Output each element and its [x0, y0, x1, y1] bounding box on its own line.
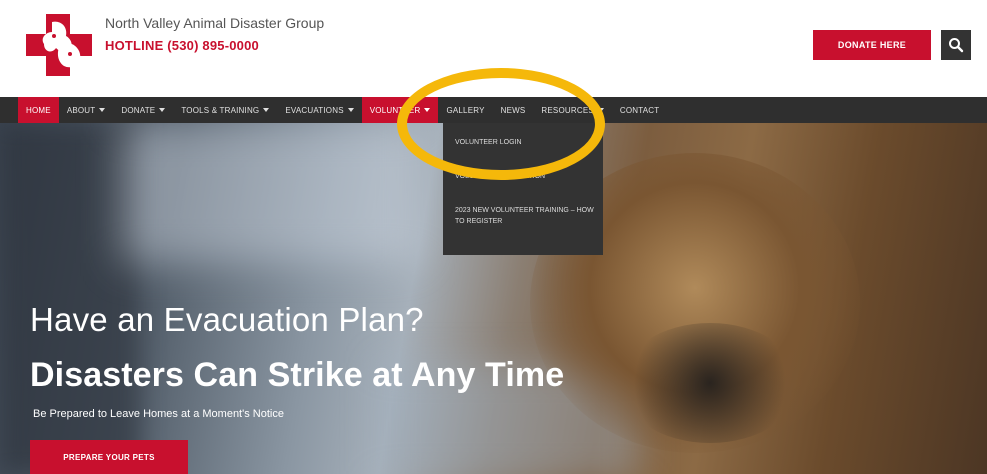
nav-label: ABOUT — [66, 105, 96, 115]
logo-icon[interactable] — [26, 14, 96, 76]
nav-item-donate[interactable]: DONATE — [113, 97, 173, 123]
nav-label: HOME — [26, 105, 51, 115]
nav-label: CONTACT — [619, 105, 660, 115]
nav-item-about[interactable]: ABOUT — [59, 97, 114, 123]
nav-label: DONATE — [121, 105, 156, 115]
caret-down-icon — [263, 108, 270, 112]
hero-background — [0, 123, 140, 474]
hero-tagline: Be Prepared to Leave Homes at a Moment's… — [33, 408, 284, 420]
hotline-number[interactable]: HOTLINE (530) 895-0000 — [105, 38, 259, 53]
nav-item-home[interactable]: HOME — [18, 97, 59, 123]
search-icon — [949, 38, 964, 53]
highlight-ring — [397, 68, 605, 180]
dropdown-item-new-volunteer-training[interactable]: 2023 NEW VOLUNTEER TRAINING – HOW TO REG… — [455, 205, 595, 227]
nav-item-tools-training[interactable]: TOOLS & TRAINING — [173, 97, 277, 123]
caret-down-icon — [347, 108, 354, 112]
nav-item-evacuations[interactable]: EVACUATIONS — [277, 97, 361, 123]
org-name[interactable]: North Valley Animal Disaster Group — [105, 15, 324, 31]
nav-label: TOOLS & TRAINING — [181, 105, 260, 115]
hero-background — [120, 123, 420, 263]
nav-item-contact[interactable]: CONTACT — [612, 97, 667, 123]
hero-heading: Have an Evacuation Plan? — [30, 301, 424, 338]
nav-label: EVACUATIONS — [285, 105, 344, 115]
caret-down-icon — [159, 108, 166, 112]
kitten-image — [620, 323, 800, 443]
prepare-pets-button[interactable]: PREPARE YOUR PETS — [30, 440, 188, 474]
hero-subheading: Disasters Can Strike at Any Time — [30, 356, 565, 394]
donate-button[interactable]: DONATE HERE — [813, 30, 931, 60]
search-button[interactable] — [941, 30, 971, 60]
caret-down-icon — [99, 108, 106, 112]
